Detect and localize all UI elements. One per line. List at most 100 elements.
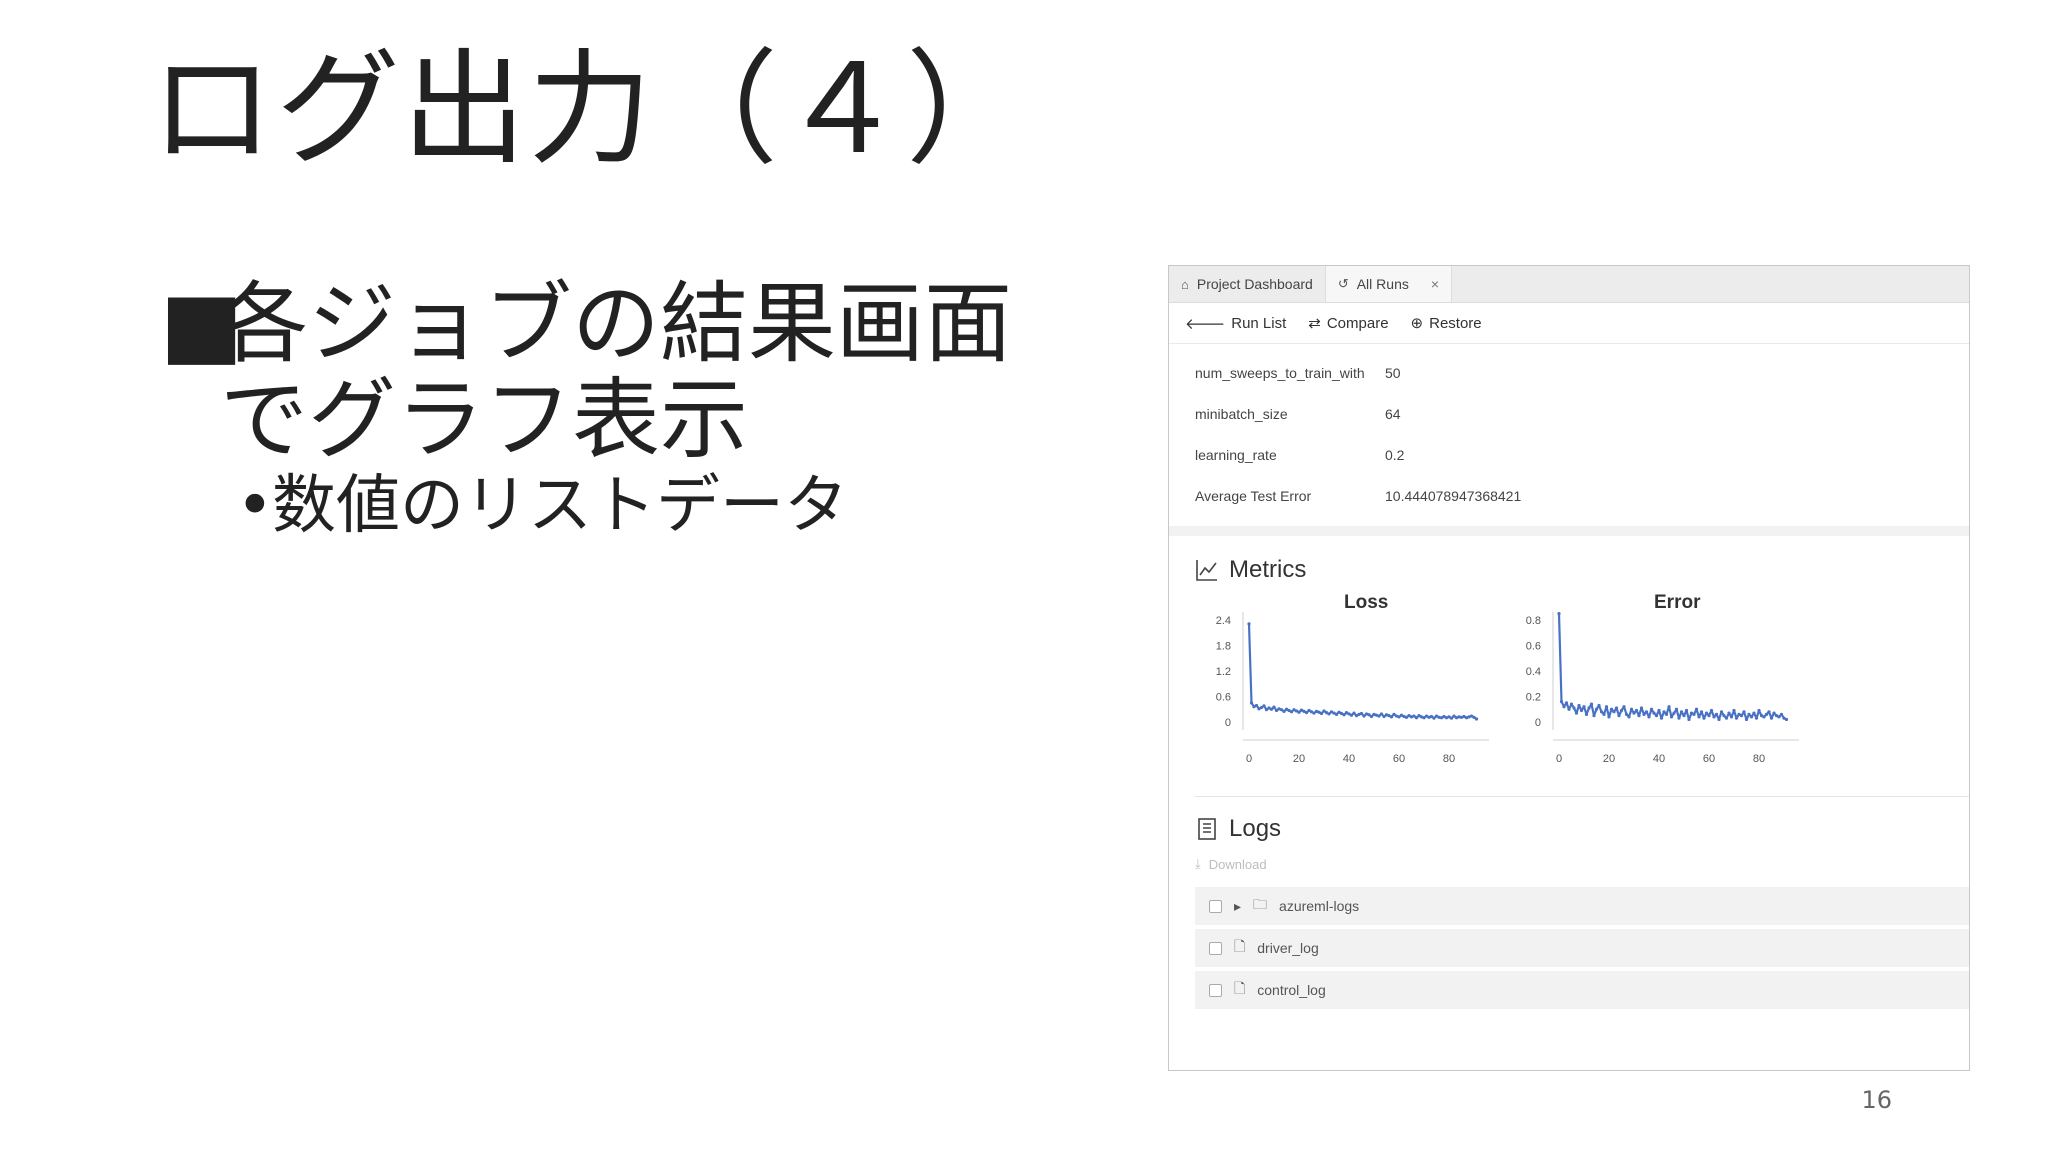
x-tick-label: 0 xyxy=(1556,753,1562,765)
data-point xyxy=(1669,715,1674,719)
file-icon: 🗋 xyxy=(1234,980,1246,996)
data-point xyxy=(1732,708,1736,713)
data-point xyxy=(1609,707,1614,711)
data-point xyxy=(1607,715,1611,719)
run-list-button[interactable]: 🡐 Run List xyxy=(1185,314,1286,333)
data-point xyxy=(1754,716,1759,720)
data-point xyxy=(1389,715,1394,719)
close-icon[interactable]: × xyxy=(1431,276,1439,292)
section-divider xyxy=(1169,526,1969,536)
logs-heading-label: Logs xyxy=(1229,815,1282,842)
data-point xyxy=(1629,707,1634,711)
log-item[interactable]: ▸ 🗀 azureml-logs xyxy=(1195,887,1969,925)
property-row: num_sweeps_to_train_with 50 xyxy=(1195,352,1969,393)
data-point xyxy=(1352,711,1356,715)
data-point xyxy=(1569,702,1574,706)
data-point xyxy=(1564,701,1569,705)
log-item[interactable]: 🗋 control_log xyxy=(1195,971,1969,1009)
log-item-name: driver_log xyxy=(1257,940,1319,956)
download-button[interactable]: ⤓ Download xyxy=(1169,851,1969,877)
caret-right-icon[interactable]: ▸ xyxy=(1234,898,1241,915)
data-point xyxy=(1619,708,1624,713)
data-point xyxy=(1272,705,1276,709)
data-point xyxy=(1379,712,1384,716)
data-point xyxy=(1662,710,1666,714)
tab-all-runs[interactable]: ↺ All Runs × xyxy=(1324,266,1453,302)
property-value: 0.2 xyxy=(1385,446,1405,463)
clipped-row xyxy=(1195,344,1969,352)
data-point xyxy=(1767,710,1771,714)
data-point xyxy=(1632,711,1636,715)
data-point xyxy=(1624,712,1629,716)
data-point xyxy=(1612,710,1616,714)
data-point xyxy=(1664,712,1669,716)
data-point xyxy=(1702,716,1706,720)
property-key: minibatch_size xyxy=(1195,405,1288,422)
dot-bullet-icon: • xyxy=(236,469,274,543)
data-point xyxy=(1622,705,1626,709)
x-tick-label: 40 xyxy=(1653,753,1665,765)
data-point xyxy=(1784,717,1789,722)
data-point xyxy=(1359,711,1364,716)
page-number: 16 xyxy=(1861,1086,1892,1114)
data-point xyxy=(1572,706,1576,710)
checkbox[interactable] xyxy=(1209,899,1222,913)
data-point xyxy=(1697,715,1701,719)
data-point xyxy=(1304,711,1309,715)
loss-chart-svg: 0 0.6 1.2 1.8 2.4 0 20 40 60 80 xyxy=(1216,612,1489,765)
data-point xyxy=(1707,714,1711,718)
series-line xyxy=(1247,623,1478,720)
tab-project-dashboard[interactable]: ⌂ Project Dashboard xyxy=(1169,266,1325,302)
data-point xyxy=(1752,711,1756,715)
run-properties: num_sweeps_to_train_with 50 minibatch_si… xyxy=(1169,344,1969,516)
data-point xyxy=(1634,708,1639,713)
document-icon xyxy=(1198,818,1216,840)
data-point xyxy=(1639,706,1644,710)
data-point xyxy=(1297,710,1301,714)
data-point xyxy=(1592,714,1596,718)
data-point xyxy=(1719,710,1724,714)
data-point xyxy=(1704,711,1709,715)
data-point xyxy=(1659,716,1664,720)
main-bullet-text: 各ジョブの結果画面でグラフ表示 xyxy=(220,272,1013,471)
data-point xyxy=(1677,716,1681,720)
log-item-name: control_log xyxy=(1257,982,1326,998)
data-point xyxy=(1652,711,1656,715)
metrics-charts: Loss 0 0.6 1.2 1.8 2.4 0 20 40 60 80 Error 0 0.2 0.… xyxy=(1169,592,1969,782)
data-point xyxy=(1757,708,1761,713)
data-point xyxy=(1262,704,1266,708)
run-list-label: Run List xyxy=(1231,314,1287,332)
property-row: learning_rate 0.2 xyxy=(1195,434,1969,475)
data-point xyxy=(1667,705,1671,709)
checkbox[interactable] xyxy=(1209,983,1222,997)
sub-bullet-text: 数値のリストデータ xyxy=(272,469,848,543)
data-point xyxy=(1654,714,1659,718)
download-label: Download xyxy=(1208,856,1267,872)
property-key: learning_rate xyxy=(1195,446,1277,463)
data-point xyxy=(1627,715,1631,719)
error-chart-svg: 0 0.2 0.4 0.6 0.8 0 20 40 60 80 xyxy=(1526,612,1799,765)
data-point xyxy=(1269,707,1274,711)
data-point xyxy=(1349,713,1354,717)
property-value: 10.444078947368421 xyxy=(1385,487,1522,504)
data-point xyxy=(1637,714,1641,718)
data-point xyxy=(1574,711,1579,715)
restore-button[interactable]: ⊕ Restore xyxy=(1411,314,1482,333)
data-point xyxy=(1327,712,1331,716)
metrics-heading-label: Metrics xyxy=(1229,556,1307,583)
y-tick-label: 2.4 xyxy=(1216,615,1231,627)
data-point xyxy=(1684,708,1689,713)
logs-heading: Logs xyxy=(1169,807,1969,851)
data-point xyxy=(1682,714,1686,718)
data-point xyxy=(1599,710,1604,714)
data-point xyxy=(1597,703,1601,708)
log-item[interactable]: 🗋 driver_log xyxy=(1195,929,1969,967)
compare-button[interactable]: ⇄ Compare xyxy=(1308,314,1388,333)
series-line xyxy=(1557,613,1788,721)
checkbox[interactable] xyxy=(1209,941,1222,955)
data-point xyxy=(1714,712,1719,716)
run-details-screenshot: ⌂ Project Dashboard ↺ All Runs × 🡐 Run L… xyxy=(1168,265,1970,1071)
data-point xyxy=(1432,716,1436,720)
data-point xyxy=(1744,717,1749,722)
data-point xyxy=(1687,717,1691,722)
